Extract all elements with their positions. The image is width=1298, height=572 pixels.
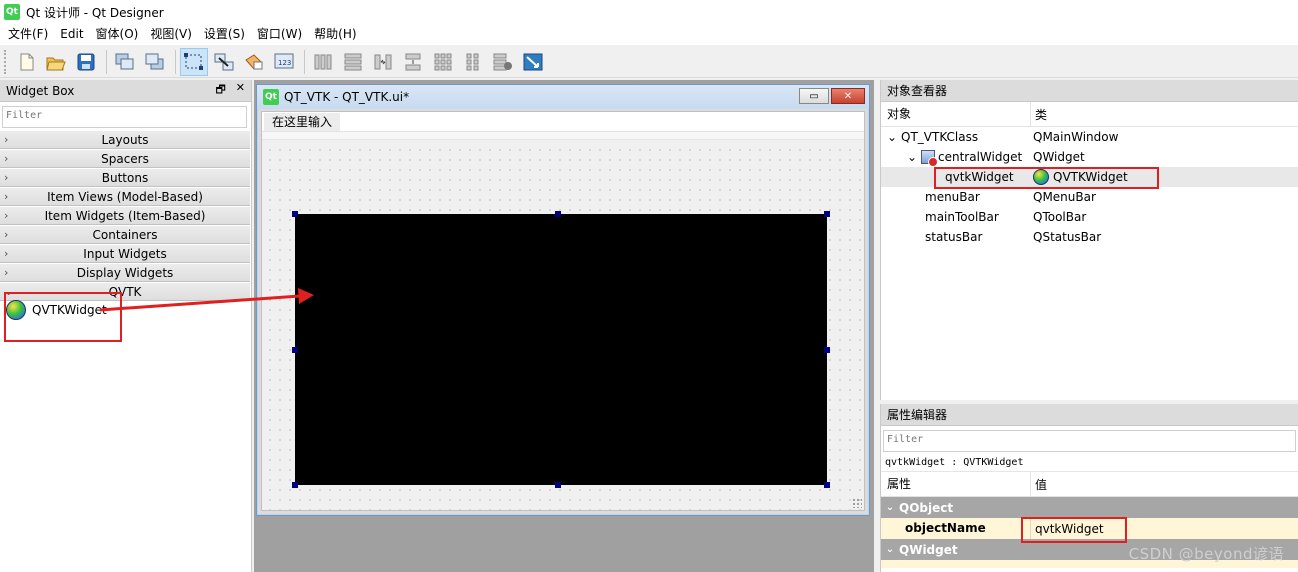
annotation-arrow <box>99 288 314 312</box>
watermark-text: CSDN @beyond谚语 <box>1128 545 1284 563</box>
